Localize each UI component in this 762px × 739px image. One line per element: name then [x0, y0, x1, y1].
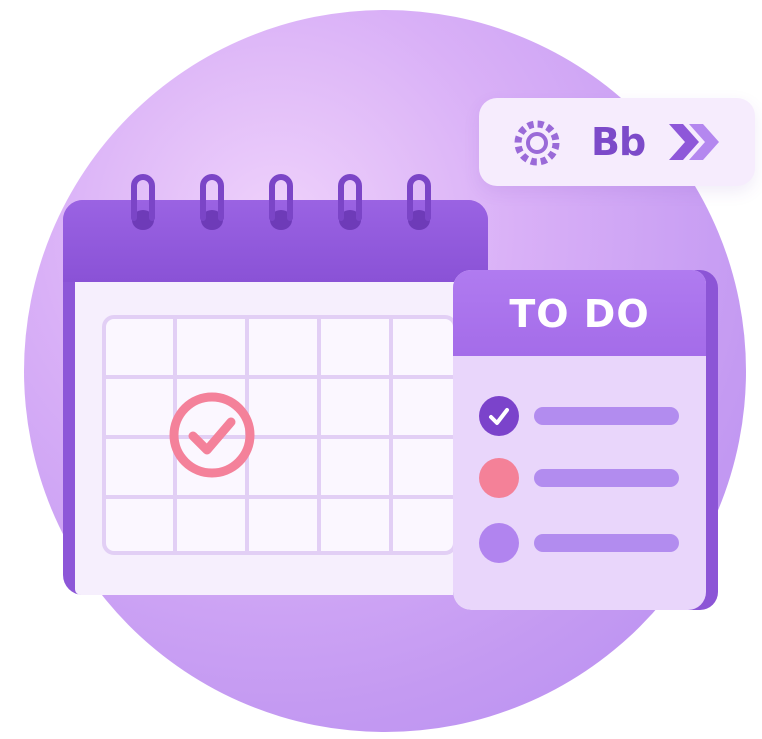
todo-item-line [534, 469, 679, 487]
todo-item-line [534, 534, 679, 552]
todo-item-line [534, 407, 679, 425]
check-icon[interactable] [479, 396, 519, 436]
ring-icon [407, 174, 431, 230]
dot-icon[interactable] [479, 523, 519, 563]
grid-line [106, 495, 453, 499]
ring-icon [269, 174, 293, 230]
todo-card-front: TO DO [453, 270, 706, 610]
blackboard-logo[interactable]: Bb [591, 120, 646, 164]
check-circle-icon[interactable] [167, 390, 257, 480]
todo-title: TO DO [509, 292, 650, 336]
ring-icon [200, 174, 224, 230]
grid-line [106, 375, 453, 379]
dot-icon[interactable] [479, 458, 519, 498]
todo-item-done[interactable] [479, 396, 689, 436]
toolbar-pill: Bb [479, 98, 755, 186]
illustration: Bb TO DO [0, 0, 762, 739]
grid-line [106, 435, 453, 439]
todo-card: TO DO [453, 270, 718, 610]
double-chevron-right-icon[interactable] [669, 124, 721, 160]
ring-icon [131, 174, 155, 230]
calendar [63, 174, 488, 595]
calendar-grid [102, 315, 457, 555]
ring-icon [338, 174, 362, 230]
todo-item-alert[interactable] [479, 458, 689, 498]
todo-item-pending[interactable] [479, 523, 689, 563]
todo-header: TO DO [453, 270, 706, 356]
dial-icon[interactable] [512, 118, 562, 168]
